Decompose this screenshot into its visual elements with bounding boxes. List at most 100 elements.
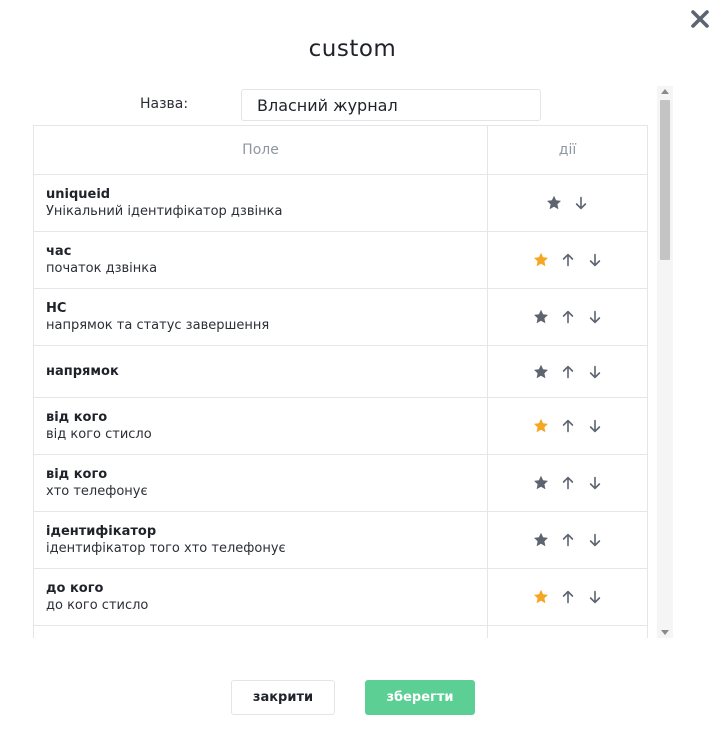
field-description: початок дзвінка bbox=[46, 260, 158, 276]
field-name: до кого bbox=[46, 580, 104, 596]
field-description: напрямок та статус завершення bbox=[46, 317, 270, 333]
arrow-down-icon bbox=[575, 196, 587, 210]
star-button[interactable] bbox=[533, 252, 549, 268]
arrow-up-icon bbox=[562, 533, 573, 547]
table-row: час початок дзвінка bbox=[34, 232, 647, 289]
move-up-button[interactable] bbox=[560, 532, 576, 548]
star-button[interactable] bbox=[546, 195, 562, 211]
field-description: до кого стисло bbox=[46, 597, 149, 613]
field-name: від кого bbox=[46, 409, 108, 425]
arrow-up-icon bbox=[562, 253, 573, 267]
table-row: ідентифікатор ідентифікатор того хто тел… bbox=[34, 512, 647, 569]
field-description: хто телефонує bbox=[46, 483, 148, 499]
star-icon bbox=[547, 195, 561, 210]
arrow-up-icon bbox=[562, 590, 573, 604]
table-header: Поле дії bbox=[34, 126, 647, 175]
move-down-button[interactable] bbox=[573, 195, 589, 211]
close-dialog-button[interactable] bbox=[689, 8, 711, 30]
scroll-down-arrow-icon[interactable] bbox=[661, 630, 669, 635]
table-row: від кого від кого стисло bbox=[34, 398, 647, 455]
star-button[interactable] bbox=[533, 364, 549, 380]
move-down-button[interactable] bbox=[587, 252, 603, 268]
name-label: Назва: bbox=[140, 96, 189, 112]
table-row: від кого хто телефонує bbox=[34, 455, 647, 512]
field-cell: час початок дзвінка bbox=[34, 232, 488, 288]
actions-cell bbox=[488, 569, 647, 625]
move-down-button[interactable] bbox=[587, 475, 603, 491]
field-name: напрямок bbox=[46, 363, 119, 379]
arrow-up-icon bbox=[562, 476, 573, 490]
star-icon bbox=[533, 252, 548, 267]
star-icon bbox=[533, 364, 548, 378]
table-row: до кого до кого стисло bbox=[34, 569, 647, 626]
actions-cell bbox=[488, 398, 647, 454]
star-icon bbox=[533, 475, 548, 490]
move-up-button[interactable] bbox=[560, 364, 576, 380]
field-description: від кого стисло bbox=[46, 426, 152, 442]
actions-cell bbox=[488, 346, 647, 397]
field-cell: uniqueid Унікальний ідентифікатор дзвінк… bbox=[34, 175, 488, 231]
star-button[interactable] bbox=[533, 475, 549, 491]
field-name: час bbox=[46, 243, 72, 259]
actions-cell bbox=[488, 626, 647, 638]
move-up-button[interactable] bbox=[560, 475, 576, 491]
table-row: HC напрямок та статус завершення bbox=[34, 289, 647, 346]
table-row bbox=[34, 626, 647, 638]
arrow-up-icon bbox=[562, 419, 573, 433]
move-up-button[interactable] bbox=[560, 309, 576, 325]
arrow-down-icon bbox=[589, 419, 600, 433]
arrow-down-icon bbox=[589, 590, 600, 604]
table-row: uniqueid Унікальний ідентифікатор дзвінк… bbox=[34, 175, 647, 232]
field-cell: HC напрямок та статус завершення bbox=[34, 289, 488, 345]
move-up-button[interactable] bbox=[560, 418, 576, 434]
field-cell: від кого хто телефонує bbox=[34, 455, 488, 511]
field-cell: ідентифікатор ідентифікатор того хто тел… bbox=[34, 512, 488, 568]
scrollbar-thumb[interactable] bbox=[660, 100, 670, 260]
arrow-down-icon bbox=[589, 365, 600, 378]
move-down-button[interactable] bbox=[587, 309, 603, 325]
star-icon bbox=[533, 418, 548, 433]
close-button[interactable]: закрити bbox=[231, 680, 335, 715]
field-name: HC bbox=[46, 300, 67, 316]
arrow-down-icon bbox=[589, 476, 600, 490]
arrow-down-icon bbox=[589, 253, 600, 267]
star-button[interactable] bbox=[533, 418, 549, 434]
move-up-button[interactable] bbox=[560, 589, 576, 605]
dialog-title: custom bbox=[308, 36, 397, 62]
star-button[interactable] bbox=[533, 309, 549, 325]
actions-cell bbox=[488, 455, 647, 511]
move-down-button[interactable] bbox=[587, 418, 603, 434]
field-cell: до кого до кого стисло bbox=[34, 569, 488, 625]
table-row: напрямок bbox=[34, 346, 647, 398]
field-description: ідентифікатор того хто телефонує bbox=[46, 540, 286, 556]
actions-cell bbox=[488, 232, 647, 288]
field-name: від кого bbox=[46, 466, 108, 482]
vertical-scrollbar[interactable] bbox=[657, 86, 673, 638]
star-button[interactable] bbox=[533, 589, 549, 605]
save-button[interactable]: зберегти bbox=[365, 680, 475, 715]
star-button[interactable] bbox=[533, 532, 549, 548]
field-cell bbox=[34, 626, 488, 638]
arrow-down-icon bbox=[589, 533, 600, 547]
field-name: uniqueid bbox=[46, 186, 111, 202]
name-row: Назва: bbox=[33, 85, 648, 125]
scroll-up-arrow-icon[interactable] bbox=[661, 89, 669, 94]
actions-cell bbox=[488, 512, 647, 568]
arrow-down-icon bbox=[589, 310, 600, 324]
move-down-button[interactable] bbox=[587, 364, 603, 380]
move-down-button[interactable] bbox=[587, 532, 603, 548]
move-up-button[interactable] bbox=[560, 252, 576, 268]
field-cell: від кого від кого стисло bbox=[34, 398, 488, 454]
field-cell: напрямок bbox=[34, 346, 488, 397]
actions-cell bbox=[488, 175, 647, 231]
arrow-up-icon bbox=[562, 365, 573, 378]
column-header-field: Поле bbox=[34, 126, 488, 174]
actions-cell bbox=[488, 289, 647, 345]
move-down-button[interactable] bbox=[587, 589, 603, 605]
star-icon bbox=[533, 309, 548, 324]
field-name: ідентифікатор bbox=[46, 523, 157, 539]
fields-table: Поле дії uniqueid Унікальний ідентифікат… bbox=[33, 125, 648, 638]
name-input[interactable] bbox=[241, 89, 541, 121]
field-description: Унікальний ідентифікатор дзвінка bbox=[46, 203, 283, 219]
dialog-scroll-area[interactable]: Назва: Поле дії uniqueid Унікальний іден… bbox=[33, 85, 673, 638]
